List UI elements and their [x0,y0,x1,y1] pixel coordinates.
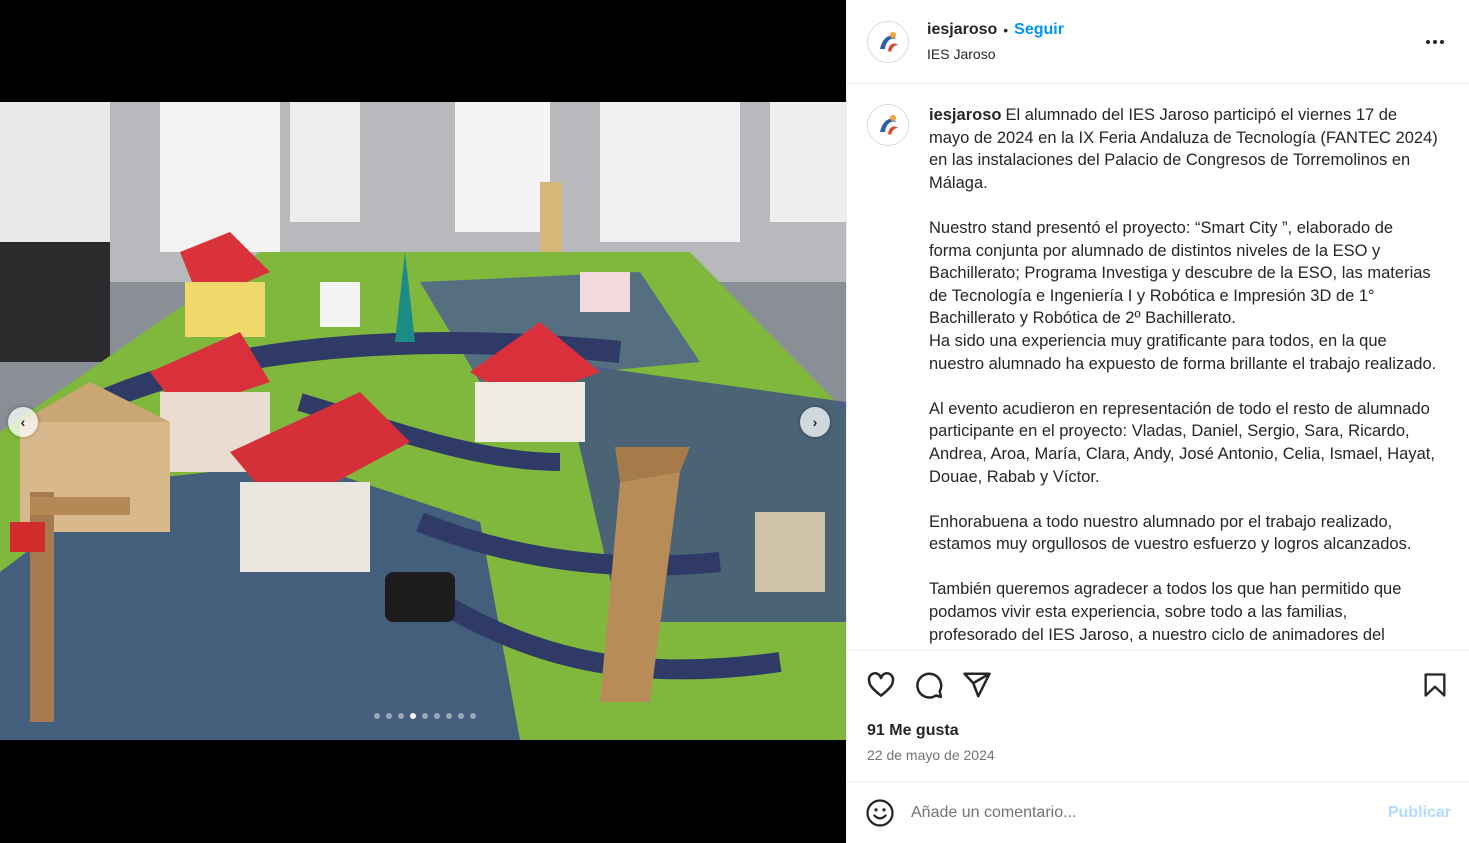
post-side-panel: iesjaroso • Seguir IES Jaroso iesjaroso … [846,0,1469,843]
avatar[interactable] [867,20,909,63]
heart-icon [867,671,895,697]
carousel-prev-button[interactable]: ‹ [8,407,38,437]
chevron-right-icon: › [812,414,818,430]
caption-username[interactable]: iesjaroso [929,106,1001,124]
carousel-next-button[interactable]: › [800,407,830,437]
more-icon [1426,39,1444,44]
share-icon [963,672,991,697]
instagram-post: ‹ › iesjaroso • Seguir IES Jaroso iesjar… [0,0,1469,843]
post-photo[interactable] [0,102,846,740]
carousel-dot[interactable] [422,713,428,719]
bookmark-icon [1424,672,1446,697]
post-caption: iesjaroso El alumnado del IES Jaroso part… [847,84,1469,650]
post-header: iesjaroso • Seguir IES Jaroso [847,0,1469,84]
caption-paragraph-3: Al evento acudieron en representación de… [929,399,1435,486]
caption-paragraph-4: Enhorabuena a todo nuestro alumnado por … [929,512,1412,554]
school-logo-icon [872,25,904,58]
post-actions [847,650,1469,718]
carousel-dot[interactable] [398,713,404,719]
caption-paragraph-2: Nuestro stand presentó el proyecto: “Sma… [929,218,1437,373]
caption-paragraph-1: El alumnado del IES Jaroso participó el … [929,106,1438,192]
more-options-button[interactable] [1421,28,1449,56]
caption-paragraph-5: También queremos agradecer a todos los q… [929,580,1402,644]
post-date[interactable]: 22 de mayo de 2024 [847,747,1469,763]
post-media: ‹ › [0,0,846,843]
carousel-dot[interactable] [434,713,440,719]
comment-input[interactable] [911,803,1388,822]
likes-count[interactable]: 91 Me gusta [847,722,1469,740]
carousel-indicators [374,713,476,719]
caption-text: iesjaroso El alumnado del IES Jaroso part… [929,104,1439,650]
chevron-left-icon: ‹ [20,414,26,430]
caption-avatar[interactable] [867,104,909,146]
carousel-dot[interactable] [446,713,452,719]
save-button[interactable] [1419,669,1451,701]
account-username[interactable]: iesjaroso [927,21,997,39]
emoji-icon [866,798,894,827]
account-display-name: IES Jaroso [927,46,996,62]
carousel-dot[interactable] [410,713,416,719]
carousel-dot[interactable] [386,713,392,719]
carousel-dot[interactable] [374,713,380,719]
comment-button[interactable] [913,669,945,701]
like-button[interactable] [865,669,897,701]
publish-button[interactable]: Publicar [1388,804,1451,822]
school-logo-icon [872,109,904,141]
share-button[interactable] [961,669,993,701]
separator-dot: • [1003,22,1009,38]
carousel-dot[interactable] [458,713,464,719]
carousel-dot[interactable] [470,713,476,719]
header-account-info: iesjaroso • Seguir IES Jaroso [927,21,1421,62]
comment-composer: Publicar [847,781,1469,843]
emoji-button[interactable] [865,798,895,828]
comment-icon [916,672,943,699]
follow-button[interactable]: Seguir [1014,21,1064,39]
